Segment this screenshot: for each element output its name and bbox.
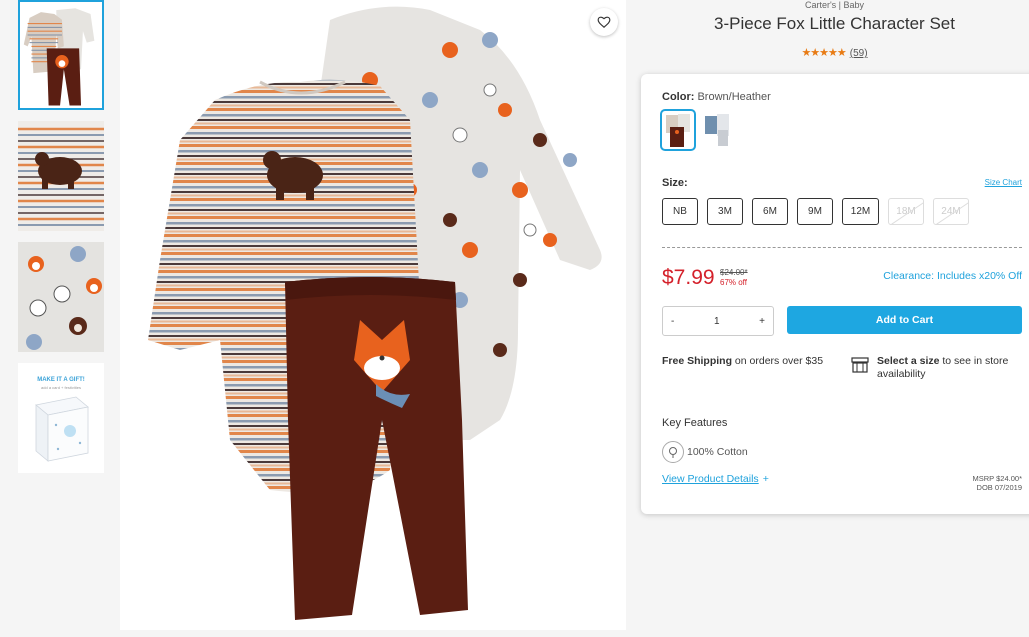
thumbnail-2-image bbox=[18, 121, 104, 231]
store-availability-note: Select a size to see in store availabili… bbox=[877, 355, 1027, 381]
color-label: Color: Brown/Heather bbox=[662, 91, 771, 103]
key-features-title: Key Features bbox=[662, 417, 728, 429]
thumbnail-1[interactable] bbox=[18, 0, 104, 110]
swatch-image-2 bbox=[705, 114, 729, 146]
color-label-text: Color: bbox=[662, 91, 695, 103]
color-value: Brown/Heather bbox=[697, 91, 771, 103]
product-rating: ★★★★★ (59) bbox=[640, 46, 1029, 59]
thumbnail-3-image bbox=[18, 242, 104, 352]
quantity-increase-button[interactable]: + bbox=[759, 316, 765, 327]
size-option-6m[interactable]: 6M bbox=[752, 198, 788, 225]
main-product-image[interactable] bbox=[120, 0, 626, 630]
quantity-stepper: - 1 + bbox=[662, 306, 774, 336]
quantity-value[interactable]: 1 bbox=[714, 316, 720, 327]
purchase-card: Color: Brown/Heather Size: Size Chart NB… bbox=[641, 74, 1029, 514]
product-page: MAKE IT A GIFT! add a card + festivities bbox=[0, 0, 1029, 637]
review-count-link[interactable]: (59) bbox=[850, 48, 868, 59]
swatch-image-1 bbox=[666, 114, 690, 147]
original-price: $24.00* bbox=[720, 268, 748, 277]
select-size-bold: Select a size bbox=[877, 355, 940, 367]
thumbnail-4-gift[interactable]: MAKE IT A GIFT! add a card + festivities bbox=[18, 363, 104, 473]
thumbnail-3[interactable] bbox=[18, 242, 104, 352]
clearance-note: Clearance: Includes x20% Off bbox=[883, 270, 1022, 282]
dob-line: DOB 07/2019 bbox=[976, 483, 1022, 492]
size-label: Size: bbox=[662, 177, 688, 189]
favorite-heart-button[interactable] bbox=[590, 8, 618, 36]
view-product-details-link[interactable]: View Product Details + bbox=[662, 473, 769, 485]
thumbnail-1-image bbox=[20, 2, 102, 108]
product-title: 3-Piece Fox Little Character Set bbox=[714, 14, 955, 33]
size-option-3m[interactable]: 3M bbox=[707, 198, 743, 225]
msrp-info: MSRP $24.00* DOB 07/2019 bbox=[973, 474, 1022, 492]
star-rating-icon: ★★★★★ bbox=[801, 47, 846, 59]
size-chart-link[interactable]: Size Chart bbox=[985, 178, 1022, 187]
cotton-icon bbox=[662, 441, 684, 463]
color-swatch-brown-heather[interactable] bbox=[660, 109, 696, 151]
size-option-12m[interactable]: 12M bbox=[842, 198, 879, 225]
size-option-9m[interactable]: 9M bbox=[797, 198, 833, 225]
heart-icon bbox=[597, 16, 611, 29]
store-icon bbox=[851, 357, 869, 373]
discount-percent: 67% off bbox=[720, 278, 747, 287]
quantity-decrease-button[interactable]: - bbox=[671, 316, 674, 327]
msrp-line: MSRP $24.00* bbox=[972, 474, 1022, 483]
gift-subtitle: add a card + festivities bbox=[41, 385, 81, 390]
size-option-24m-unavailable: 24M bbox=[933, 198, 969, 225]
feature-cotton: 100% Cotton bbox=[687, 446, 748, 458]
add-to-cart-button[interactable]: Add to Cart bbox=[787, 306, 1022, 334]
product-photo bbox=[148, 6, 602, 620]
gift-title: MAKE IT A GIFT! bbox=[37, 377, 85, 383]
dashed-divider bbox=[662, 247, 1022, 248]
view-product-details-text[interactable]: View Product Details bbox=[662, 473, 759, 485]
free-shipping-note: Free Shipping on orders over $35 bbox=[662, 355, 832, 368]
free-shipping-text: on orders over $35 bbox=[732, 355, 824, 367]
size-option-18m-unavailable: 18M bbox=[888, 198, 924, 225]
sale-price: $7.99 bbox=[662, 266, 715, 289]
thumbnail-2[interactable] bbox=[18, 121, 104, 231]
color-swatch-blue[interactable] bbox=[700, 109, 736, 151]
expand-plus-icon[interactable]: + bbox=[763, 473, 769, 485]
free-shipping-bold: Free Shipping bbox=[662, 355, 733, 367]
size-option-nb[interactable]: NB bbox=[662, 198, 698, 225]
brand-breadcrumb[interactable]: Carter's | Baby bbox=[640, 0, 1029, 10]
